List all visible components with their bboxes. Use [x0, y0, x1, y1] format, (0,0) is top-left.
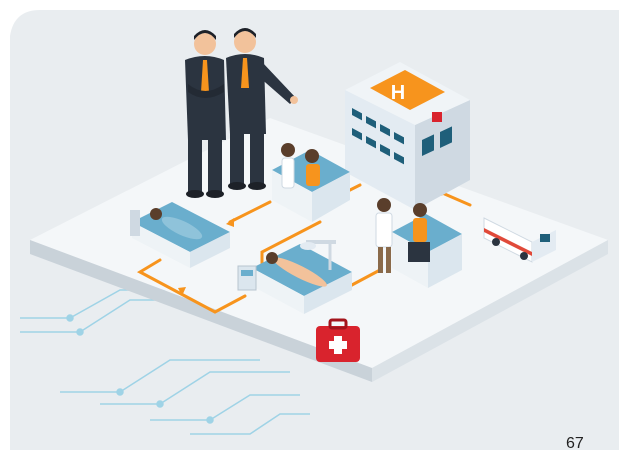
first-aid-kit	[316, 318, 360, 362]
medical-monitor	[237, 265, 257, 291]
doctor-figure	[281, 143, 295, 157]
patient-figure	[305, 149, 319, 163]
surgical-lamp	[300, 242, 316, 250]
hospital-sign: H	[391, 82, 405, 104]
hospital-workflow-illustration: H	[0, 0, 619, 450]
building-cross-sign	[432, 112, 442, 122]
